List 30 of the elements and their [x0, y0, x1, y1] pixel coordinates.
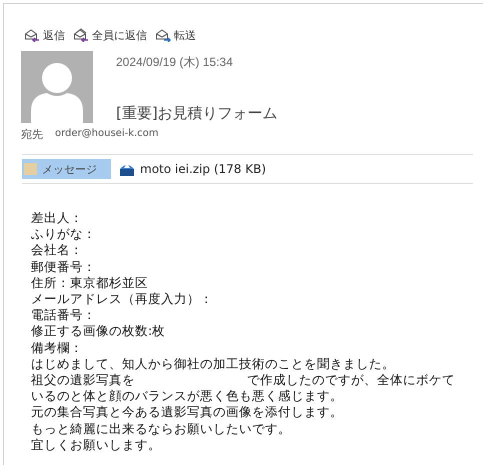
body-text: 宜しくお願いします。 [31, 436, 161, 454]
body-text: 電話番号： [31, 307, 96, 324]
body-text: 郵便番号： [31, 258, 96, 275]
message-icon [24, 163, 37, 175]
recipient-label: 宛先 [21, 127, 43, 142]
body-text: で作成したのですが、全体にボケて [247, 372, 455, 388]
body-text: いるのと体と顔のバランスが悪く色も悪く感じます。 [31, 388, 343, 404]
subject-text: [重要]お見積りフォーム [116, 104, 278, 123]
body-text: メールアドレス（再度入力）： [31, 291, 213, 308]
body-text: 会社名： [31, 242, 83, 259]
envelope-icon [73, 28, 89, 42]
recipient-address: order@housei-k.com [55, 128, 159, 141]
body-text: もっと綺麗に出来るならお願いしたいです。 [31, 420, 291, 437]
body-text: ふりがな： [31, 226, 96, 242]
attachment-tab[interactable]: moto iei.zip (178 KB) [117, 159, 272, 179]
avatar-icon [21, 51, 93, 123]
body-text: 備考欄： [31, 340, 83, 356]
attachment-tab[interactable]: メッセージ [22, 159, 111, 179]
body-text: 差出人： [31, 210, 83, 226]
body-text: 祖父の遺影写真を [31, 372, 135, 388]
envelope-icon [155, 28, 171, 42]
reply-all-button[interactable]: 全員に返信 [73, 28, 147, 42]
body-text: 住所：東京都杉並区 [31, 274, 148, 292]
reply-button[interactable]: 返信 [24, 28, 65, 42]
body-text: はじめまして、知人から御社の加工技術のことを聞きました。 [31, 356, 395, 372]
body-text: 元の集合写真と今ある遺影写真の画像を添付します。 [31, 404, 343, 421]
envelope-icon [24, 28, 40, 42]
date-text: 2024/09/19 (木) 15:34 [116, 54, 234, 71]
body-text: 修正する画像の枚数:枚 [31, 323, 166, 340]
forward-button[interactable]: 転送 [155, 28, 196, 42]
